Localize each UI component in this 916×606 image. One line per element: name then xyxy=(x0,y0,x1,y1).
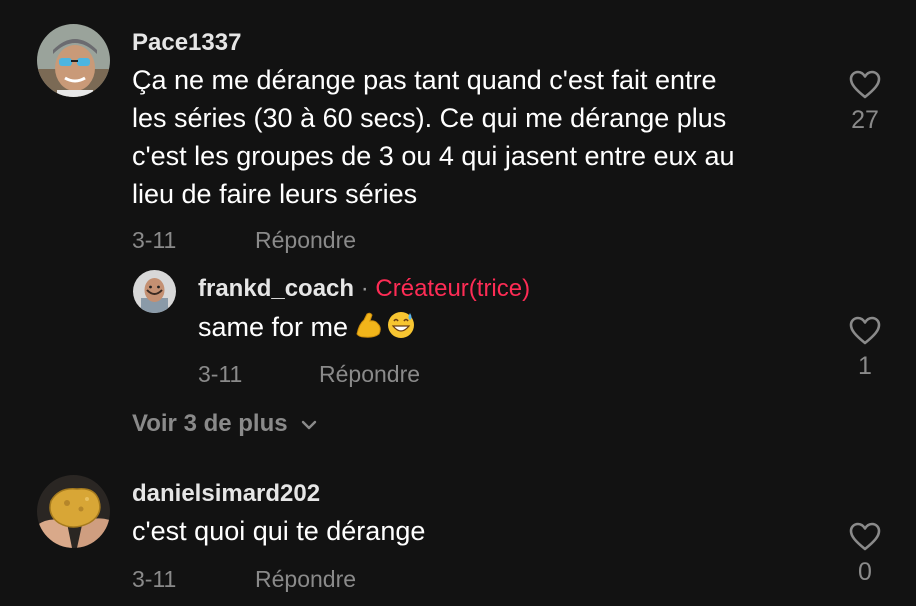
reply-date: 3-11 xyxy=(198,361,243,387)
comment-text-line: lieu de faire leurs séries xyxy=(132,179,418,209)
comment-text: Ça ne me dérange pas tant quand c'est fa… xyxy=(132,61,822,213)
view-more-label: Voir 3 de plus xyxy=(132,410,288,437)
hands-holding-gold-avatar-icon xyxy=(37,475,110,548)
comment-text-line: Ça ne me dérange pas tant quand c'est fa… xyxy=(132,65,717,95)
reply-username[interactable]: frankd_coach xyxy=(198,275,354,302)
bald-man-avatar-icon xyxy=(133,270,176,313)
flexed-biceps-emoji-icon xyxy=(356,312,381,338)
avatar[interactable] xyxy=(37,24,110,97)
like-button[interactable]: 1 xyxy=(835,316,895,381)
comment-username[interactable]: Pace1337 xyxy=(132,29,241,57)
reply-button[interactable]: Répondre xyxy=(255,566,356,593)
grinning-sweat-emoji-icon xyxy=(388,312,415,338)
comment-text-line: c'est les groupes de 3 ou 4 qui jasent e… xyxy=(132,141,735,171)
avatar[interactable] xyxy=(37,475,110,548)
avatar[interactable] xyxy=(133,270,176,313)
heart-icon xyxy=(849,70,881,99)
like-button[interactable]: 27 xyxy=(835,70,895,135)
like-count: 1 xyxy=(858,352,872,380)
comment-username[interactable]: danielsimard202 xyxy=(132,480,320,508)
comment-date: 3-11 xyxy=(132,227,177,253)
view-more-replies-button[interactable]: Voir 3 de plus xyxy=(132,410,318,438)
creator-badge: Créateur(trice) xyxy=(375,275,531,302)
comment-text-line: les séries (30 à 60 secs). Ce qui me dér… xyxy=(132,103,727,133)
like-button[interactable]: 0 xyxy=(835,522,895,587)
man-sunglasses-avatar-icon xyxy=(37,24,110,97)
heart-icon xyxy=(849,522,881,551)
reply-text-content: same for me xyxy=(198,312,349,342)
separator-dot: · xyxy=(360,275,369,302)
comment-text: c'est quoi qui te dérange xyxy=(132,516,426,546)
reply-text: same for me xyxy=(198,308,416,346)
heart-icon xyxy=(849,316,881,345)
chevron-down-icon xyxy=(302,420,317,429)
reply-button[interactable]: Répondre xyxy=(255,227,356,254)
reply-button[interactable]: Répondre xyxy=(319,361,420,388)
comment-date: 3-11 xyxy=(132,566,177,592)
like-count: 27 xyxy=(851,106,879,134)
like-count: 0 xyxy=(858,558,872,586)
reply-username-row: frankd_coach · Créateur(trice) xyxy=(198,275,530,303)
